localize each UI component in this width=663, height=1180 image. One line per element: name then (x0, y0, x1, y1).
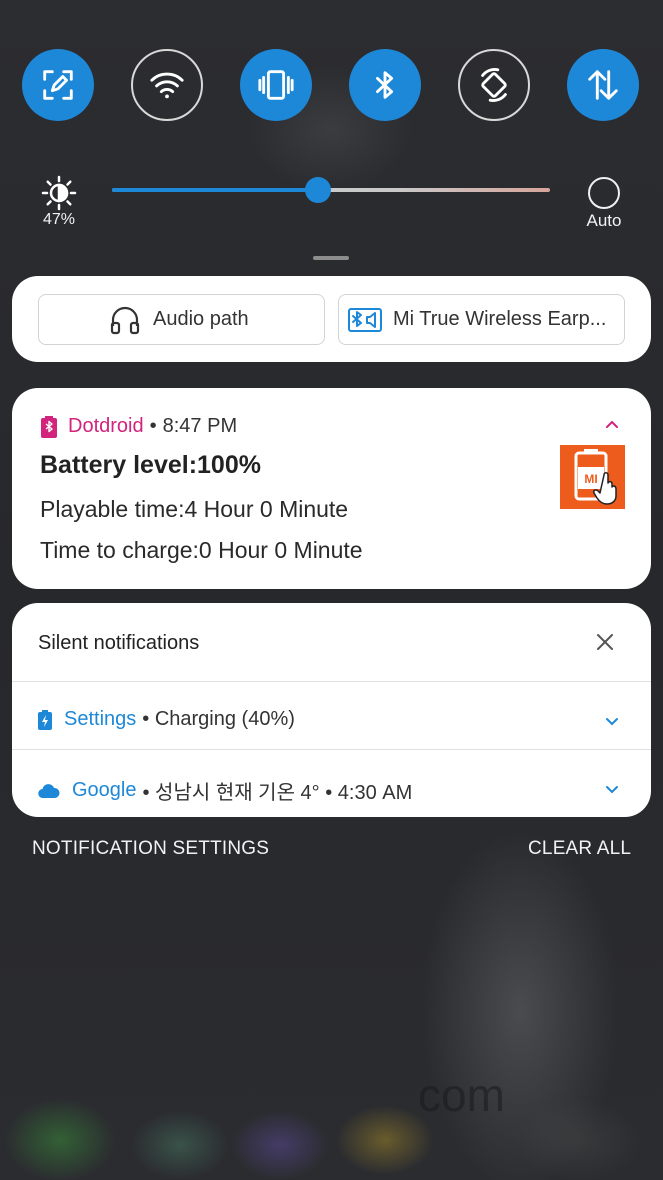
screenshot-toggle[interactable] (22, 49, 94, 121)
settings-notification-row[interactable]: Settings • Charging (40%) (38, 708, 295, 731)
auto-rotate-toggle[interactable] (458, 49, 530, 121)
audio-path-label: Audio path (153, 308, 249, 330)
chevron-down-icon[interactable] (604, 713, 620, 729)
battery-charging-icon (38, 709, 52, 730)
bluetooth-icon (375, 71, 394, 99)
close-icon[interactable] (594, 631, 616, 653)
watermark: com (418, 1069, 505, 1121)
bluetooth-device-label: Mi True Wireless Earp... (393, 308, 607, 330)
notification-settings-button[interactable]: NOTIFICATION SETTINGS (32, 838, 269, 860)
quick-settings-toggles (22, 49, 639, 121)
silent-section-title: Silent notifications (38, 632, 200, 654)
cloud-icon (38, 783, 60, 798)
wallpaper (0, 0, 663, 1180)
screen-capture-icon (43, 70, 73, 100)
vibrate-toggle[interactable] (240, 49, 312, 121)
brightness-icon (41, 175, 77, 211)
slider-thumb[interactable] (304, 177, 331, 203)
notification-app-name: Dotdroid (68, 415, 144, 437)
wifi-toggle[interactable] (131, 49, 203, 121)
google-notification-row[interactable]: Google • 성남시 현재 기온 4° • 4:30 AM (38, 776, 412, 805)
headphones-icon (110, 306, 140, 335)
chevron-down-icon[interactable] (604, 781, 620, 797)
divider (12, 681, 651, 682)
auto-brightness-toggle[interactable] (588, 177, 620, 209)
battery-bluetooth-icon (41, 415, 57, 438)
notification-time: 8:47 PM (162, 415, 238, 437)
playable-time-text: Playable time:4 Hour 0 Minute (40, 496, 349, 522)
brightness-percent: 47% (42, 211, 76, 228)
settings-app-name: Settings (64, 708, 137, 730)
thumbnail-label: MI (584, 472, 597, 486)
bluetooth-toggle[interactable] (349, 49, 421, 121)
collapse-chevron-icon[interactable] (604, 416, 620, 432)
brightness-slider[interactable] (112, 177, 550, 203)
dotdroid-notification[interactable]: Dotdroid • 8:47 PM Battery level:100% Pl… (12, 388, 651, 589)
vibrate-icon (258, 70, 294, 100)
rotate-icon (481, 68, 507, 102)
auto-brightness-label: Auto (586, 211, 622, 230)
bluetooth-speaker-icon (348, 307, 382, 332)
data-arrows-icon (588, 70, 618, 100)
google-notification-text: • 성남시 현재 기온 4° • 4:30 AM (142, 782, 413, 804)
media-output-card: Audio path Mi True Wireless Earp... (12, 276, 651, 362)
settings-notification-text: • Charging (40%) (142, 708, 295, 730)
notification-header: Dotdroid • 8:47 PM (40, 415, 237, 438)
slider-fill (112, 188, 318, 192)
google-app-name: Google (72, 779, 137, 801)
silent-notifications-card: Silent notifications Settings • Charging… (12, 603, 651, 817)
mobile-data-toggle[interactable] (567, 49, 639, 121)
clear-all-button[interactable]: CLEAR ALL (528, 838, 631, 860)
notification-title: Battery level:100% (40, 451, 261, 479)
audio-path-button[interactable]: Audio path (38, 294, 325, 345)
charge-time-text: Time to charge:0 Hour 0 Minute (40, 537, 363, 563)
wifi-icon (150, 72, 184, 99)
notification-thumbnail: MI (560, 445, 625, 509)
divider (12, 749, 651, 750)
bluetooth-device-button[interactable]: Mi True Wireless Earp... (338, 294, 625, 345)
separator-dot: • (149, 415, 157, 437)
panel-drag-handle[interactable] (313, 256, 349, 260)
